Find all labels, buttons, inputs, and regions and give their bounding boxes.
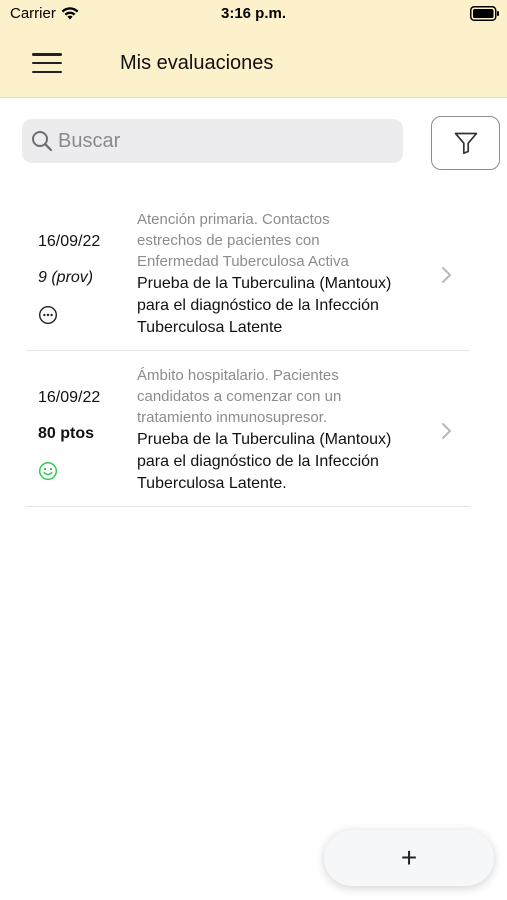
battery-icon [470, 6, 499, 21]
evaluation-title: Prueba de la Tuberculina (Mantoux) para … [137, 275, 392, 336]
evaluation-date: 16/09/22 [38, 233, 101, 250]
evaluation-list-item[interactable]: 16/09/22 80 ptos Ámbito hospitalario. Pa… [26, 353, 470, 507]
chevron-right-icon [442, 423, 451, 439]
plus-icon: + [400, 842, 418, 873]
evaluation-title: Prueba de la Tuberculina (Mantoux) para … [137, 431, 392, 492]
app-header: Carrier 3:16 p.m. Mis evaluaciones [0, 0, 507, 98]
evaluation-date: 16/09/22 [38, 389, 101, 406]
evaluation-score: 80 ptos [38, 425, 95, 442]
add-evaluation-button[interactable]: + [324, 830, 494, 886]
evaluation-context: Ámbito hospitalario. Pacientes candidato… [137, 367, 342, 426]
search-icon [32, 131, 53, 152]
filter-button[interactable] [431, 116, 500, 170]
search-input[interactable] [58, 119, 398, 163]
chevron-right-icon [442, 267, 451, 283]
page-title: Mis evaluaciones [120, 52, 274, 74]
evaluation-score: 9 (prov) [38, 269, 94, 286]
evaluation-list-item[interactable]: 16/09/22 9 (prov) Atención primaria. Con… [26, 197, 470, 351]
evaluation-context: Atención primaria. Contactos estrechos d… [137, 211, 349, 270]
hamburger-menu-icon[interactable] [30, 50, 64, 76]
status-time: 3:16 p.m. [220, 5, 287, 22]
status-bar: Carrier 3:16 p.m. [0, 0, 507, 30]
search-bar[interactable] [22, 119, 403, 163]
smiley-face-icon [38, 461, 58, 481]
pending-dots-icon [38, 305, 58, 325]
filter-funnel-icon [454, 132, 477, 155]
